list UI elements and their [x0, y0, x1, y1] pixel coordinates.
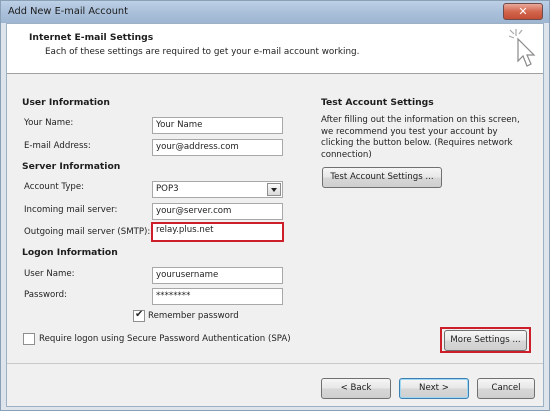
spa-label[interactable]: Require logon using Secure Password Auth… — [39, 334, 291, 344]
remember-password-label[interactable]: Remember password — [148, 311, 239, 321]
title-bar[interactable]: Add New E-mail Account ✕ — [1, 1, 549, 23]
your-name-input[interactable]: Your Name — [152, 117, 283, 134]
email-address-label: E-mail Address: — [24, 141, 91, 151]
email-address-input[interactable]: your@address.com — [152, 139, 283, 156]
back-button[interactable]: < Back — [321, 378, 391, 399]
password-input[interactable]: ******** — [152, 288, 283, 305]
dialog-client-area: Internet E-mail Settings Each of these s… — [6, 23, 544, 407]
outgoing-server-input[interactable]: relay.plus.net — [151, 222, 284, 242]
header-title: Internet E-mail Settings — [29, 32, 154, 43]
header-panel: Internet E-mail Settings Each of these s… — [7, 24, 543, 74]
account-type-label: Account Type: — [24, 182, 85, 192]
outgoing-server-label: Outgoing mail server (SMTP): — [24, 227, 151, 237]
pointer-sparkle-icon — [508, 29, 536, 67]
user-info-heading: User Information — [22, 97, 110, 108]
dialog-window: Add New E-mail Account ✕ Internet E-mail… — [0, 0, 550, 411]
next-button[interactable]: Next > — [399, 378, 469, 399]
header-subtitle: Each of these settings are required to g… — [45, 47, 360, 57]
server-info-heading: Server Information — [22, 161, 121, 172]
incoming-server-label: Incoming mail server: — [24, 205, 118, 215]
remember-password-checkbox[interactable] — [133, 309, 145, 322]
account-type-select[interactable]: POP3 — [152, 181, 283, 198]
password-label: Password: — [24, 290, 68, 300]
logon-info-heading: Logon Information — [22, 247, 118, 258]
window-title: Add New E-mail Account — [8, 6, 128, 17]
close-button[interactable]: ✕ — [503, 3, 543, 20]
user-name-input[interactable]: yourusername — [152, 267, 283, 284]
test-settings-description: After filling out the information on thi… — [321, 115, 520, 160]
cancel-button[interactable]: Cancel — [477, 378, 535, 399]
spa-checkbox[interactable] — [23, 333, 35, 345]
footer-divider — [7, 363, 543, 364]
test-account-settings-button[interactable]: Test Account Settings ... — [322, 167, 442, 188]
user-name-label: User Name: — [24, 269, 75, 279]
account-type-value: POP3 — [156, 184, 179, 194]
incoming-server-input[interactable]: your@server.com — [152, 203, 283, 220]
your-name-label: Your Name: — [24, 118, 74, 128]
more-settings-button[interactable]: More Settings ... — [444, 330, 527, 351]
chevron-down-icon[interactable] — [267, 183, 281, 196]
test-settings-heading: Test Account Settings — [321, 97, 434, 108]
